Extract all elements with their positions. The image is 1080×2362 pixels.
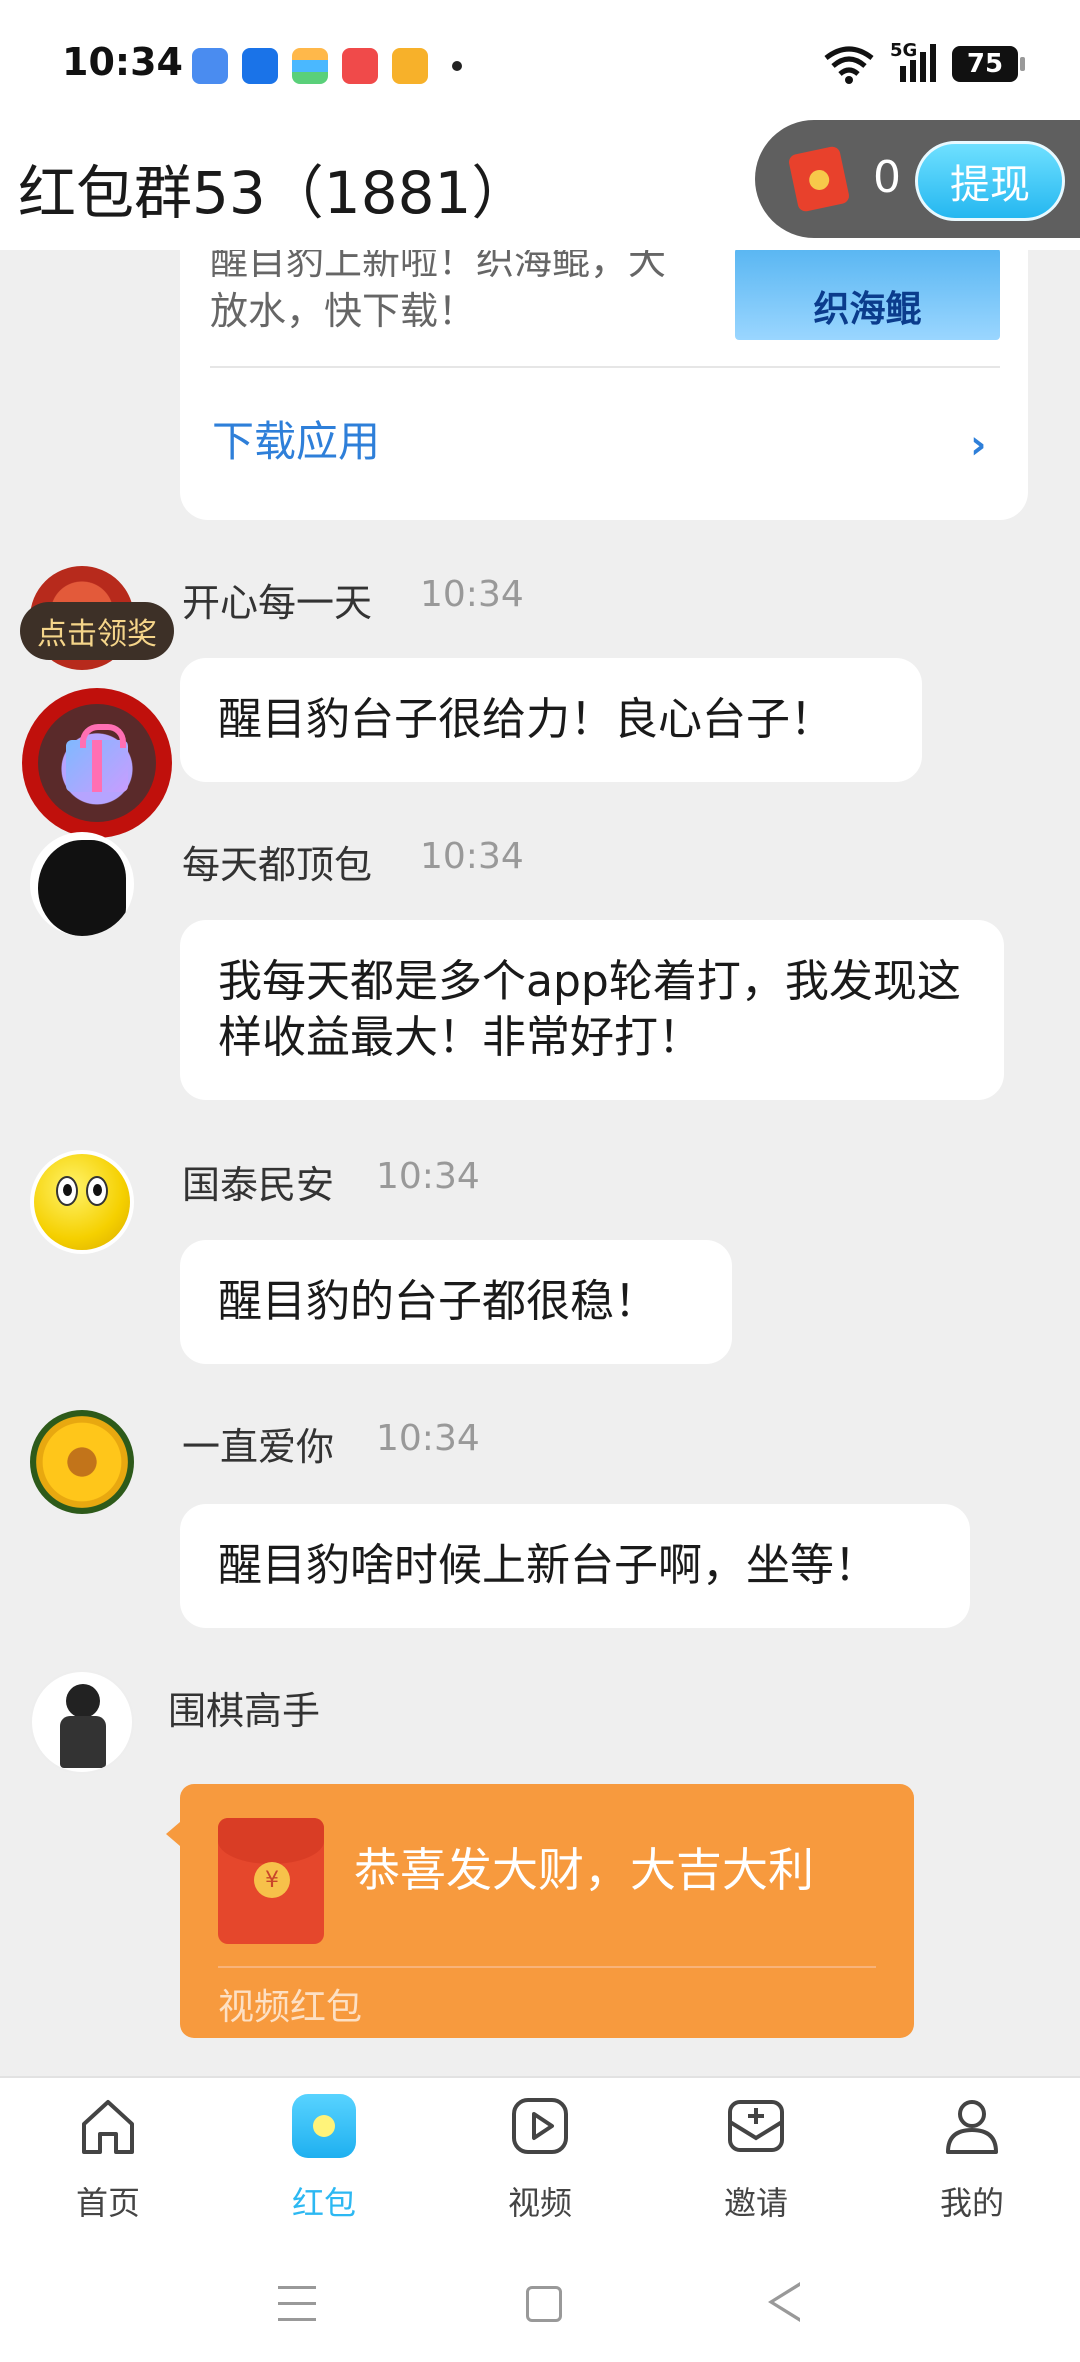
page-title: 红包群53（1881） [18, 159, 530, 227]
tab-label: 我的 [939, 2184, 1004, 2222]
claim-reward-badge[interactable]: 点击领奖 [20, 602, 174, 660]
tab-label: 邀请 [723, 2184, 788, 2222]
gift-icon [38, 704, 156, 822]
tab-label: 视频 [507, 2184, 572, 2222]
video-app-icon [342, 48, 378, 84]
menu-icon[interactable] [278, 2286, 316, 2322]
bottom-tab-bar: 首页 红包 视频 邀请 我的 [0, 2076, 1080, 2256]
sender-name: 每天都顶包 [182, 843, 373, 887]
messages-icon [192, 48, 228, 84]
ad-image-caption: 织海鲲 [813, 289, 922, 330]
red-envelope-message[interactable]: ¥ 恭喜发大财，大吉大利 视频红包 [166, 1784, 914, 2038]
weibo-icon [392, 48, 428, 84]
divider [210, 366, 1000, 368]
battery-level: 75 [966, 49, 1004, 79]
ad-image[interactable]: 织海鲲 [735, 248, 1000, 340]
home-button-icon[interactable] [526, 2286, 562, 2322]
status-app-icons [192, 48, 462, 84]
wallet-balance: 0 [873, 152, 901, 203]
tab-video[interactable]: 视频 [432, 2078, 648, 2258]
signal-icon: 5G [890, 40, 938, 84]
invite-icon [728, 2100, 784, 2152]
avatar[interactable] [30, 1150, 134, 1254]
message-bubble[interactable]: 醒目豹的台子都很稳！ [180, 1240, 732, 1364]
tab-label: 红包 [291, 2184, 356, 2222]
tab-invite[interactable]: 邀请 [648, 2078, 864, 2258]
wallet-icon [292, 48, 328, 84]
chevron-right-icon[interactable]: › [970, 422, 986, 468]
message-bubble[interactable]: 我每天都是多个app轮着打，我发现这样收益最大！非常好打！ [180, 920, 1004, 1100]
profile-icon [946, 2100, 998, 2154]
message-bubble[interactable]: 醒目豹台子很给力！良心台子！ [180, 658, 922, 782]
message-time: 10:34 [420, 574, 524, 615]
divider [218, 1966, 876, 1968]
avatar[interactable] [30, 832, 134, 936]
wallet-pill[interactable]: 0 提现 [755, 120, 1080, 238]
home-icon [82, 2100, 134, 2154]
ad-text: 醒目豹上新啦！织海鲲，大放水，快下载！ [210, 239, 667, 333]
download-app-link[interactable]: 下载应用 [212, 408, 380, 469]
message-time: 10:34 [420, 836, 524, 877]
gift-reward-button[interactable] [22, 688, 172, 838]
sender-name: 围棋高手 [168, 1689, 321, 1733]
back-icon[interactable] [768, 2282, 800, 2322]
tab-profile[interactable]: 我的 [864, 2078, 1080, 2258]
sender-name: 国泰民安 [182, 1163, 335, 1207]
withdraw-button[interactable]: 提现 [915, 141, 1065, 221]
video-icon [512, 2098, 568, 2154]
network-type: 5G [890, 40, 918, 61]
sender-name: 一直爱你 [182, 1425, 335, 1469]
status-time: 10:34 [62, 40, 183, 84]
red-envelope-icon [787, 145, 851, 213]
red-envelope-title: 恭喜发大财，大吉大利 [354, 1843, 814, 1897]
avatar[interactable] [30, 1670, 134, 1774]
wifi-icon [824, 46, 874, 84]
message-time: 10:34 [376, 1418, 480, 1459]
red-packet-icon [292, 2094, 356, 2158]
red-envelope-type: 视频红包 [218, 1987, 363, 2028]
tab-red-packet[interactable]: 红包 [216, 2078, 432, 2258]
battery-icon: 75 [952, 46, 1025, 82]
message-time: 10:34 [376, 1156, 480, 1197]
system-nav-bar [0, 2256, 1080, 2362]
message-bubble[interactable]: 醒目豹啥时候上新台子啊，坐等！ [180, 1504, 970, 1628]
status-bar: 10:34 5G 75 [0, 0, 1080, 120]
tab-label: 首页 [75, 2184, 140, 2222]
alipay-icon [242, 48, 278, 84]
coin-icon: ¥ [254, 1862, 290, 1898]
sender-name: 开心每一天 [182, 581, 373, 625]
tab-home[interactable]: 首页 [0, 2078, 216, 2258]
more-notifications-dot [452, 61, 462, 71]
status-indicators: 5G 75 [822, 40, 1025, 84]
red-envelope-icon: ¥ [218, 1818, 324, 1944]
chat-header: 红包群53（1881） 0 提现 [0, 120, 1080, 250]
avatar[interactable] [30, 1410, 134, 1514]
